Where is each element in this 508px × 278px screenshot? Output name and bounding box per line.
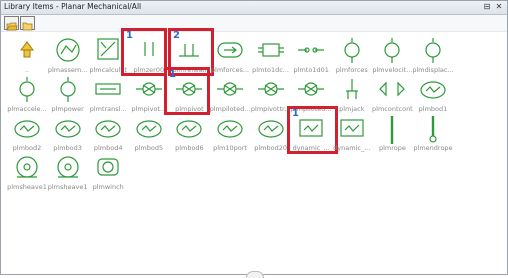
library-item[interactable]: plmassem... xyxy=(48,34,88,78)
to1d-icon xyxy=(257,43,284,57)
library-item[interactable]: plmbod4 xyxy=(88,112,128,156)
step-number: 2 xyxy=(173,30,180,41)
rope-icon xyxy=(391,116,394,144)
body6-icon xyxy=(176,120,202,138)
library-item[interactable]: .. xyxy=(7,34,47,78)
library-items-grid: .. plmassem... plmcalculat plmzer00 1 plm… xyxy=(3,28,505,273)
body3-icon xyxy=(54,120,81,138)
library-item-label: plmwinch xyxy=(92,183,124,191)
dynamic-body-2-icon xyxy=(340,119,364,137)
translation-icon xyxy=(95,83,121,95)
library-item[interactable]: plmcontcont xyxy=(372,73,413,117)
pin-icon[interactable]: ⊟ xyxy=(482,2,492,12)
displacement-source-icon xyxy=(425,38,441,63)
library-item[interactable]: plmforces... xyxy=(210,34,250,78)
toolbar xyxy=(1,15,507,32)
winch-icon xyxy=(97,158,119,176)
acceleration-source-icon xyxy=(19,77,35,102)
jack-icon xyxy=(345,79,358,99)
piloted-joint-icon xyxy=(217,82,243,96)
library-item[interactable]: plmdisplac... xyxy=(412,34,454,78)
body20-icon xyxy=(257,120,284,138)
piloted-pivot-icon xyxy=(298,82,325,96)
body1-icon xyxy=(420,81,446,99)
library-item[interactable]: plmpower xyxy=(48,73,88,117)
title-bar: Library Items - Planar Mechanical/All ⊟ … xyxy=(1,1,507,15)
library-item[interactable]: plmpiloted... xyxy=(210,73,250,117)
close-icon[interactable]: ✕ xyxy=(494,2,504,12)
library-item[interactable]: plmpivottr... xyxy=(251,73,291,117)
sheave2-icon xyxy=(56,156,79,178)
body5-icon xyxy=(136,120,162,138)
up-folder-icon xyxy=(20,41,34,58)
window-title: Library Items - Planar Mechanical/All xyxy=(4,2,142,11)
library-item[interactable]: plmsheave1 xyxy=(48,151,88,195)
body4-icon xyxy=(95,120,121,138)
library-item-label: plmendrope xyxy=(413,144,453,152)
library-item[interactable]: plmsheave1 xyxy=(7,151,47,195)
assembly-icon xyxy=(55,38,80,62)
library-item[interactable]: plmvelocit... xyxy=(372,34,412,78)
library-item[interactable]: plmbod6 xyxy=(169,112,209,156)
pivot-translation-icon xyxy=(257,82,284,96)
pivot-icon xyxy=(135,82,162,96)
body2-icon xyxy=(14,120,40,138)
open-folder-icon xyxy=(6,22,18,31)
library-item[interactable]: plmtransl... xyxy=(88,73,128,117)
library-item[interactable]: plmpivot... xyxy=(129,73,169,117)
library-item[interactable]: plmbod3 xyxy=(48,112,88,156)
sheave1-icon xyxy=(16,156,38,178)
library-item[interactable]: plmto1dc... xyxy=(251,34,291,78)
body10port-icon xyxy=(217,120,243,138)
library-item[interactable]: plmto1d01 xyxy=(291,34,331,78)
library-item[interactable]: plm10port xyxy=(210,112,250,156)
contact-icon xyxy=(379,81,406,97)
library-item[interactable]: plmbod1 xyxy=(413,73,453,117)
open-folder-button[interactable] xyxy=(4,16,19,31)
calculator-icon xyxy=(97,38,119,60)
library-item[interactable]: dynamic_... xyxy=(332,112,372,156)
library-item[interactable]: plmaccele... xyxy=(7,73,47,117)
library-item[interactable]: plmbod2 xyxy=(7,112,47,156)
library-item[interactable]: plmwinch xyxy=(88,151,128,195)
end-rope-icon xyxy=(429,116,437,143)
library-items-window: Library Items - Planar Mechanical/All ⊟ … xyxy=(0,0,508,278)
velocity-source-icon xyxy=(384,38,400,63)
library-item[interactable]: plmforces xyxy=(332,34,372,78)
power-source-icon xyxy=(59,77,76,102)
library-item[interactable]: plmendrope xyxy=(413,112,453,156)
step-number: 1 xyxy=(292,108,299,119)
library-item[interactable]: plmbod5 xyxy=(129,112,169,156)
step-number: 1 xyxy=(126,30,133,41)
to1d-arrow-icon xyxy=(298,47,325,53)
library-item[interactable]: plmbod20 xyxy=(251,112,291,156)
library-item[interactable]: plmrope xyxy=(372,112,412,156)
step-number: 1 xyxy=(169,69,176,80)
forces-icon xyxy=(217,42,243,58)
force-source-icon xyxy=(344,38,360,63)
folder-icon xyxy=(22,22,33,31)
folder-button[interactable] xyxy=(20,16,35,31)
